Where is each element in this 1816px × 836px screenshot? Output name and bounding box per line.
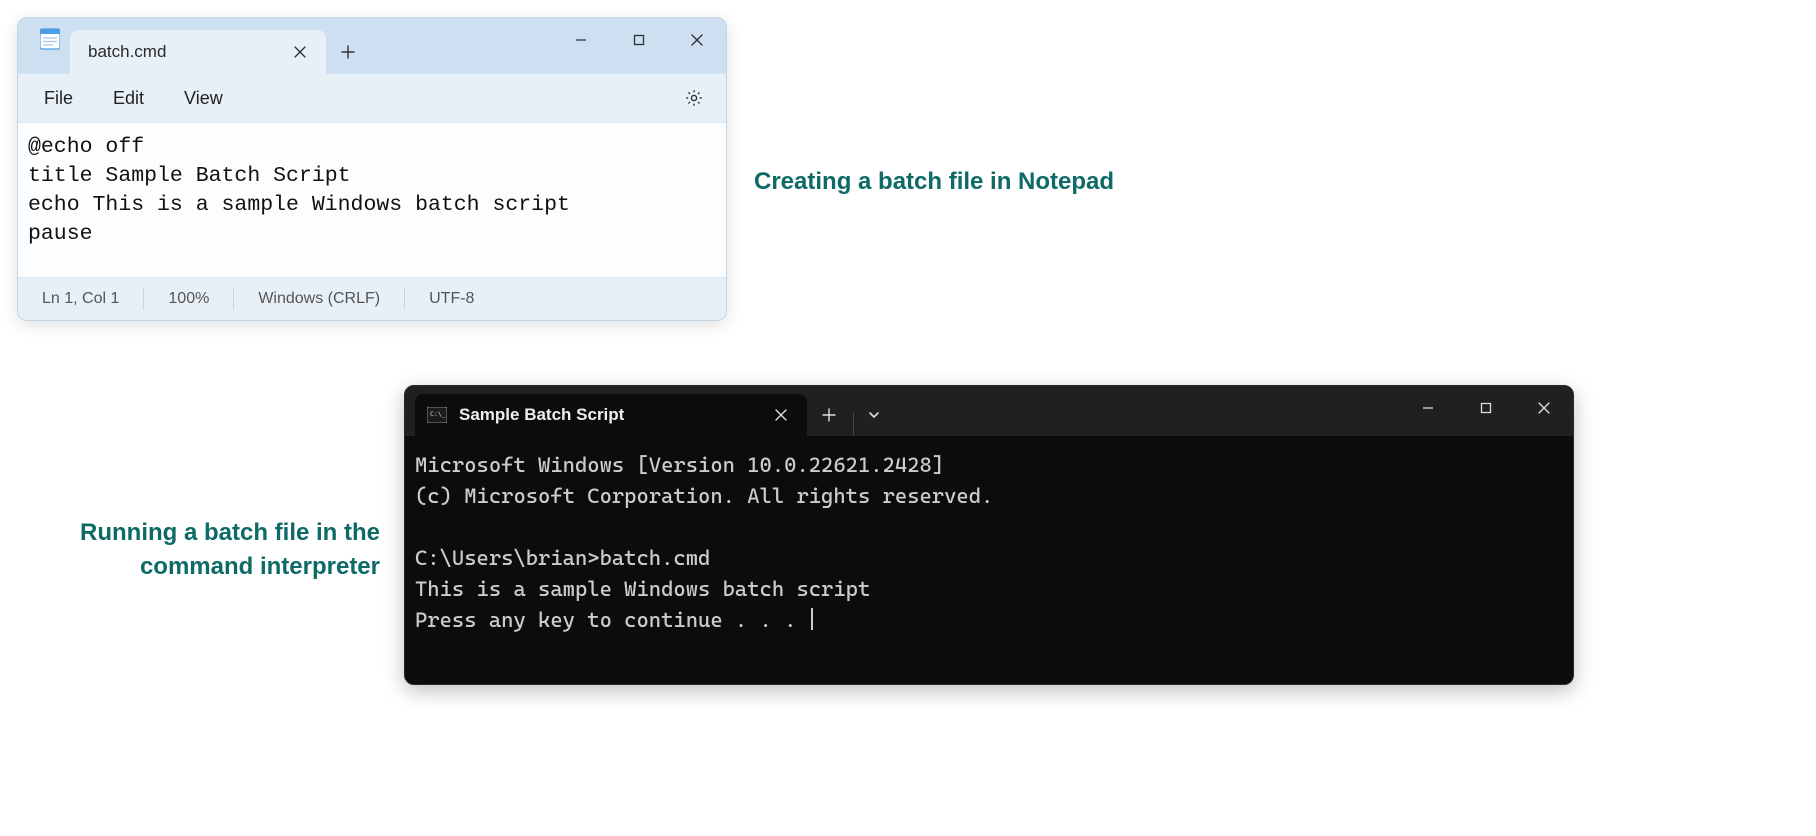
notepad-tab[interactable]: batch.cmd: [70, 30, 326, 74]
notepad-tab-title: batch.cmd: [88, 42, 166, 62]
terminal-minimize-button[interactable]: [1399, 386, 1457, 430]
menu-edit[interactable]: Edit: [93, 82, 164, 115]
svg-text:C:\_: C:\_: [430, 410, 446, 418]
terminal-tab-close-button[interactable]: [767, 407, 795, 423]
terminal-output-text: Microsoft Windows [Version 10.0.22621.24…: [415, 453, 993, 632]
notepad-window: batch.cmd File Edit View: [17, 17, 727, 321]
terminal-window: C:\_ Sample Batch Script M: [404, 385, 1574, 685]
status-line-endings[interactable]: Windows (CRLF): [234, 288, 405, 310]
terminal-titlebar: C:\_ Sample Batch Script: [405, 386, 1573, 436]
cmd-icon: C:\_: [427, 407, 447, 423]
minimize-button[interactable]: [552, 18, 610, 62]
tab-close-button[interactable]: [284, 42, 316, 62]
terminal-output[interactable]: Microsoft Windows [Version 10.0.22621.24…: [405, 436, 1573, 684]
terminal-window-controls: [1399, 386, 1573, 430]
status-encoding[interactable]: UTF-8: [405, 288, 498, 310]
close-button[interactable]: [668, 18, 726, 62]
maximize-button[interactable]: [610, 18, 668, 62]
status-zoom[interactable]: 100%: [144, 288, 234, 310]
terminal-cursor: [811, 608, 813, 630]
notepad-text-area[interactable]: @echo off title Sample Batch Script echo…: [18, 122, 726, 278]
terminal-maximize-button[interactable]: [1457, 386, 1515, 430]
terminal-tab-title: Sample Batch Script: [459, 405, 624, 425]
new-tab-button[interactable]: [326, 30, 370, 74]
divider: [853, 412, 854, 436]
menu-file[interactable]: File: [24, 82, 93, 115]
window-controls: [552, 18, 726, 62]
terminal-tab[interactable]: C:\_ Sample Batch Script: [415, 394, 807, 436]
caption-notepad: Creating a batch file in Notepad: [754, 165, 1114, 199]
notepad-statusbar: Ln 1, Col 1 100% Windows (CRLF) UTF-8: [18, 278, 726, 320]
terminal-close-button[interactable]: [1515, 386, 1573, 430]
notepad-menubar: File Edit View: [18, 74, 726, 122]
menu-view[interactable]: View: [164, 82, 243, 115]
notepad-app-icon: [40, 26, 60, 52]
status-cursor-position: Ln 1, Col 1: [34, 288, 144, 310]
caption-terminal: Running a batch file in the command inte…: [30, 516, 380, 583]
settings-button[interactable]: [668, 82, 720, 114]
terminal-profile-dropdown[interactable]: [856, 394, 892, 436]
notepad-titlebar: batch.cmd: [18, 18, 726, 74]
terminal-new-tab-button[interactable]: [807, 394, 851, 436]
